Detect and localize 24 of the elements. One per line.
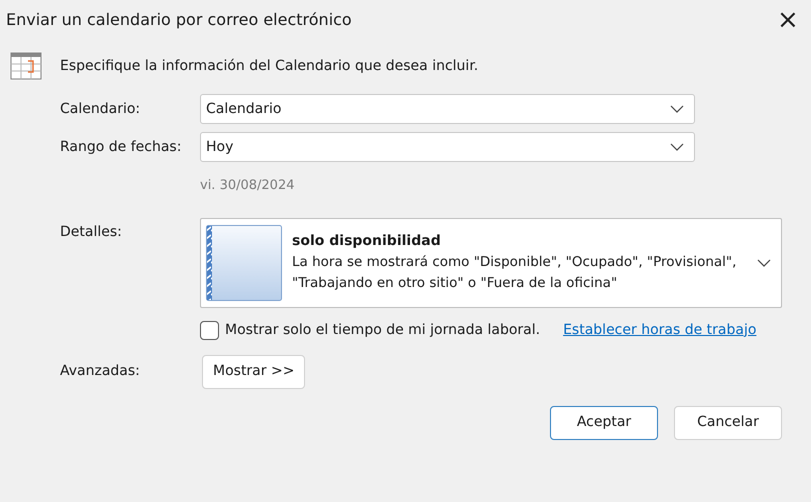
- availability-thumbnail-icon: [206, 224, 282, 300]
- dropdown[interactable]: Hoy: [200, 132, 695, 162]
- checkbox[interactable]: [200, 320, 219, 340]
- details-dropdown[interactable]: solo disponibilidad La hora se mostrará como "Disponible", "Ocupado", "Provisional", "Trabajando en otro sitio" o "Fuera de la oficina": [200, 218, 782, 308]
- date-text: vi. 30/08/2024: [200, 177, 296, 195]
- show-button[interactable]: Mostrar >>: [202, 354, 306, 388]
- chevron-down-icon: [670, 105, 684, 113]
- chevron-down-icon: [670, 143, 684, 151]
- close-button[interactable]: ×: [771, 6, 801, 34]
- field-label: Calendario:: [60, 100, 142, 118]
- dropdown[interactable]: Calendario: [200, 94, 695, 124]
- cancel-button[interactable]: Cancelar: [674, 406, 782, 440]
- ok-button[interactable]: Aceptar: [550, 406, 658, 440]
- field-label: Rango de fechas:: [60, 138, 182, 156]
- field-label: Avanzadas:: [60, 362, 141, 381]
- window-title: Enviar un calendario por correo electrónico: [6, 9, 352, 31]
- option-title: solo disponibilidad: [292, 232, 442, 251]
- instruction-text: Especifique la información del Calendario que desea incluir.: [60, 56, 478, 76]
- set-work-hours-link[interactable]: Establecer horas de trabajo: [563, 320, 756, 340]
- checkbox-label: Mostrar solo el tiempo de mi jornada laboral.: [225, 320, 540, 340]
- option-description: La hora se mostrará como "Disponible", "Ocupado", "Provisional", "Trabajando en otro sitio" o "Fuera de la oficina": [292, 253, 738, 294]
- calendar-icon: [10, 52, 42, 80]
- field-label: Detalles:: [60, 222, 123, 242]
- chevron-down-icon: [757, 258, 771, 266]
